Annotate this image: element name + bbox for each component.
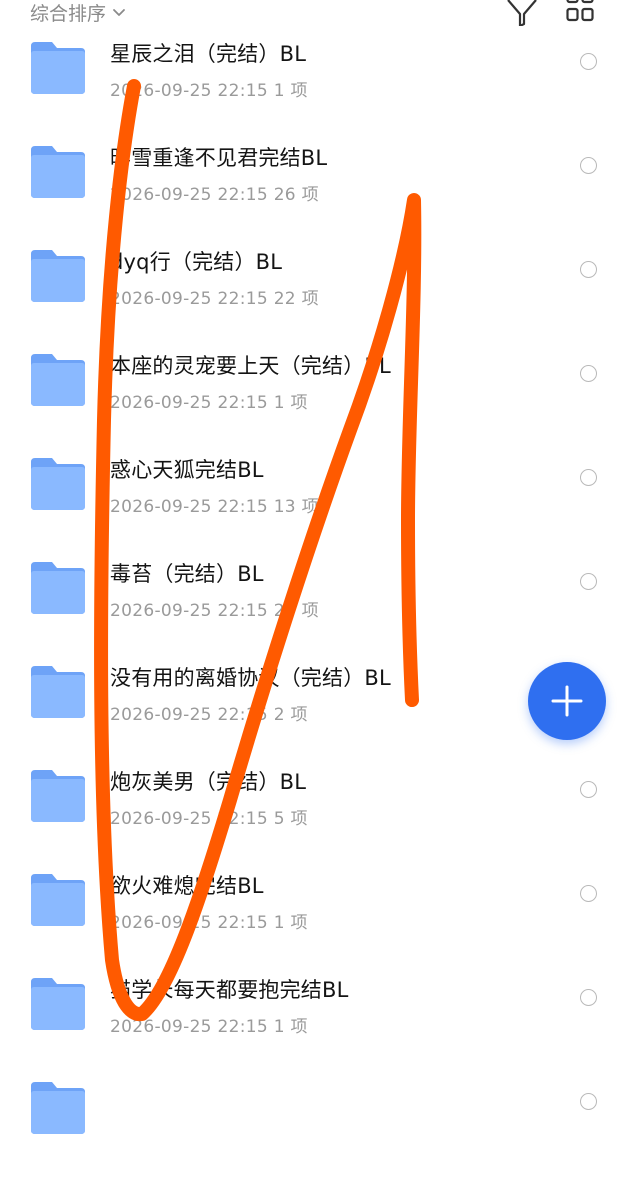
folder-row[interactable] xyxy=(0,1076,630,1180)
folder-title: 本座的灵宠要上天（完结）BL xyxy=(110,354,391,378)
folder-meta: 2026-09-25 22:15 1 项 xyxy=(110,393,308,413)
folder-title: 没有用的离婚协议（完结）BL xyxy=(110,666,391,690)
select-checkbox[interactable] xyxy=(580,573,597,590)
select-checkbox[interactable] xyxy=(580,157,597,174)
folder-meta: 2026-09-25 22:15 1 项 xyxy=(110,1017,308,1037)
folder-icon xyxy=(31,978,85,1030)
select-checkbox[interactable] xyxy=(580,261,597,278)
folder-icon xyxy=(31,250,85,302)
folder-title: dyq行（完结）BL xyxy=(110,250,283,274)
folder-icon xyxy=(31,42,85,94)
folder-icon xyxy=(31,458,85,510)
folder-meta: 2026-09-25 22:15 2 项 xyxy=(110,705,308,725)
folder-row[interactable]: 欲火难熄完结BL 2026-09-25 22:15 1 项 xyxy=(0,868,630,972)
folder-row[interactable]: 毒苔（完结）BL 2026-09-25 22:15 28 项 xyxy=(0,556,630,660)
select-checkbox[interactable] xyxy=(580,989,597,1006)
folder-icon xyxy=(31,874,85,926)
folder-title: 毒苔（完结）BL xyxy=(110,562,264,586)
folder-title: 昨雪重逢不见君完结BL xyxy=(110,146,328,170)
folder-row[interactable]: 星辰之泪（完结）BL 2026-09-25 22:15 1 项 xyxy=(0,36,630,140)
folder-row[interactable]: 昨雪重逢不见君完结BL 2026-09-25 22:15 26 项 xyxy=(0,140,630,244)
select-checkbox[interactable] xyxy=(580,365,597,382)
add-button[interactable] xyxy=(528,662,606,740)
folder-row[interactable]: 惑心天狐完结BL 2026-09-25 22:15 13 项 xyxy=(0,452,630,556)
folder-row[interactable]: dyq行（完结）BL 2026-09-25 22:15 22 项 xyxy=(0,244,630,348)
folder-row[interactable]: 猫学长每天都要抱完结BL 2026-09-25 22:15 1 项 xyxy=(0,972,630,1076)
folder-icon xyxy=(31,770,85,822)
folder-meta: 2026-09-25 22:15 1 项 xyxy=(110,81,308,101)
select-checkbox[interactable] xyxy=(580,781,597,798)
folder-icon xyxy=(31,1082,85,1134)
folder-meta: 2026-09-25 22:15 22 项 xyxy=(110,289,319,309)
folder-icon xyxy=(31,666,85,718)
folder-row[interactable]: 本座的灵宠要上天（完结）BL 2026-09-25 22:15 1 项 xyxy=(0,348,630,452)
folder-meta: 2026-09-25 22:15 26 项 xyxy=(110,185,319,205)
select-checkbox[interactable] xyxy=(580,469,597,486)
folder-title: 猫学长每天都要抱完结BL xyxy=(110,978,349,1002)
folder-meta: 2026-09-25 22:15 5 项 xyxy=(110,809,308,829)
select-checkbox[interactable] xyxy=(580,885,597,902)
select-checkbox[interactable] xyxy=(580,53,597,70)
folder-title: 炮灰美男（完结）BL xyxy=(110,770,307,794)
folder-title: 欲火难熄完结BL xyxy=(110,874,264,898)
folder-icon xyxy=(31,146,85,198)
folder-title: 惑心天狐完结BL xyxy=(110,458,264,482)
folder-row[interactable]: 炮灰美男（完结）BL 2026-09-25 22:15 5 项 xyxy=(0,764,630,868)
select-checkbox[interactable] xyxy=(580,1093,597,1110)
folder-icon xyxy=(31,562,85,614)
folder-meta: 2026-09-25 22:15 1 项 xyxy=(110,913,308,933)
folder-title: 星辰之泪（完结）BL xyxy=(110,42,307,66)
folder-meta: 2026-09-25 22:15 28 项 xyxy=(110,601,319,621)
folder-meta: 2026-09-25 22:15 13 项 xyxy=(110,497,319,517)
folder-icon xyxy=(31,354,85,406)
file-list: 星辰之泪（完结）BL 2026-09-25 22:15 1 项昨雪重逢不见君完结B… xyxy=(0,0,630,1134)
plus-icon xyxy=(551,685,583,717)
